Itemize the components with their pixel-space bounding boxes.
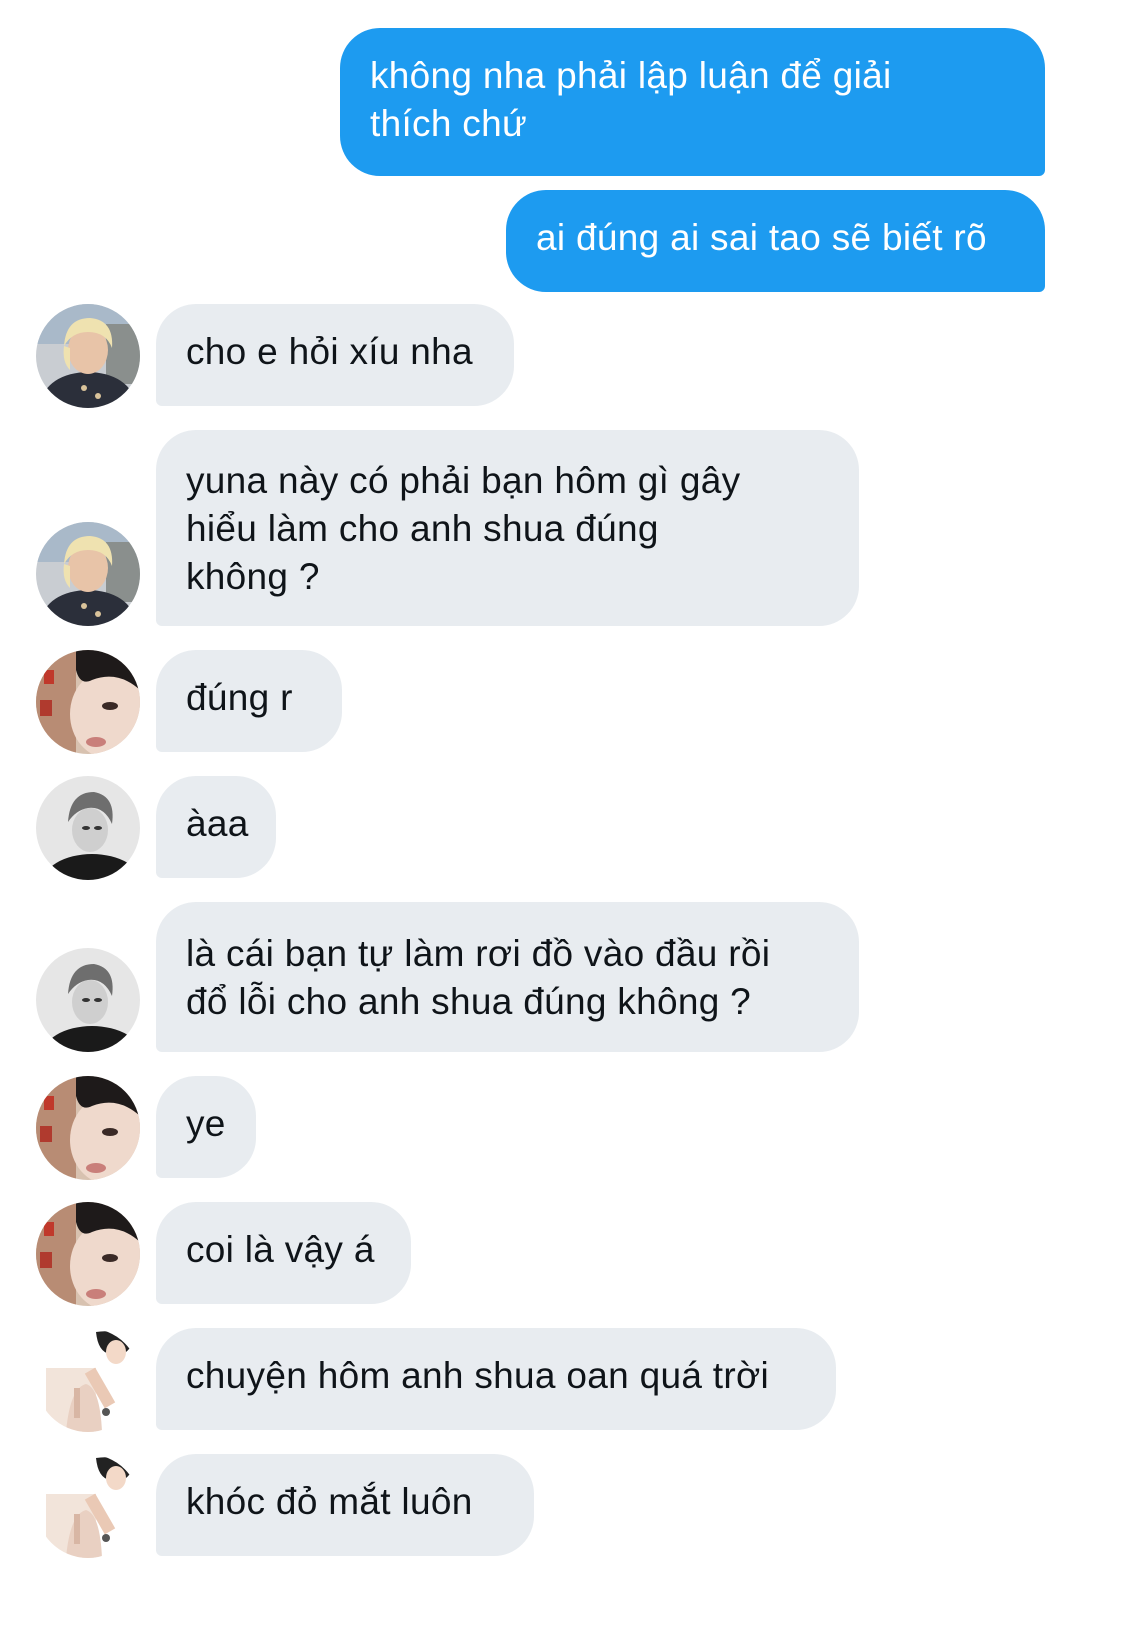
- message-text: ye: [186, 1103, 226, 1144]
- message-bubble-incoming[interactable]: chuyện hôm anh shua oan quá trời: [156, 1328, 836, 1430]
- message-bubble-incoming[interactable]: cho e hỏi xíu nha: [156, 304, 514, 406]
- message-bubble-incoming[interactable]: àaa: [156, 776, 276, 878]
- blond-user-avatar[interactable]: [36, 304, 140, 408]
- closeup-user-avatar[interactable]: [36, 1076, 140, 1180]
- message-text: chuyện hôm anh shua oan quá trời: [186, 1355, 770, 1396]
- mirror-user-avatar[interactable]: [36, 1454, 140, 1558]
- message-text: không nha phải lập luận để giải thích ch…: [370, 55, 892, 144]
- closeup-user-avatar[interactable]: [36, 1202, 140, 1306]
- message-text: đúng r: [186, 677, 293, 718]
- message-text: khóc đỏ mắt luôn: [186, 1481, 473, 1522]
- mirror-user-avatar[interactable]: [36, 1328, 140, 1432]
- message-text: là cái bạn tự làm rơi đồ vào đầu rồi đổ …: [186, 933, 771, 1022]
- message-bubble-outgoing[interactable]: không nha phải lập luận để giải thích ch…: [340, 28, 1045, 176]
- message-text: cho e hỏi xíu nha: [186, 331, 473, 372]
- monochrome-user-avatar[interactable]: [36, 776, 140, 880]
- message-text: ai đúng ai sai tao sẽ biết rõ: [536, 217, 987, 258]
- message-bubble-incoming[interactable]: yuna này có phải bạn hôm gì gây hiểu làm…: [156, 430, 859, 626]
- message-bubble-incoming[interactable]: coi là vậy á: [156, 1202, 411, 1304]
- message-bubble-incoming[interactable]: ye: [156, 1076, 256, 1178]
- closeup-user-avatar[interactable]: [36, 650, 140, 754]
- message-bubble-incoming[interactable]: là cái bạn tự làm rơi đồ vào đầu rồi đổ …: [156, 902, 859, 1052]
- monochrome-user-avatar[interactable]: [36, 948, 140, 1052]
- message-text: coi là vậy á: [186, 1229, 375, 1270]
- message-text: yuna này có phải bạn hôm gì gây hiểu làm…: [186, 460, 741, 597]
- message-bubble-incoming[interactable]: khóc đỏ mắt luôn: [156, 1454, 534, 1556]
- blond-user-avatar[interactable]: [36, 522, 140, 626]
- message-bubble-incoming[interactable]: đúng r: [156, 650, 342, 752]
- message-bubble-outgoing[interactable]: ai đúng ai sai tao sẽ biết rõ: [506, 190, 1045, 292]
- message-text: àaa: [186, 803, 249, 844]
